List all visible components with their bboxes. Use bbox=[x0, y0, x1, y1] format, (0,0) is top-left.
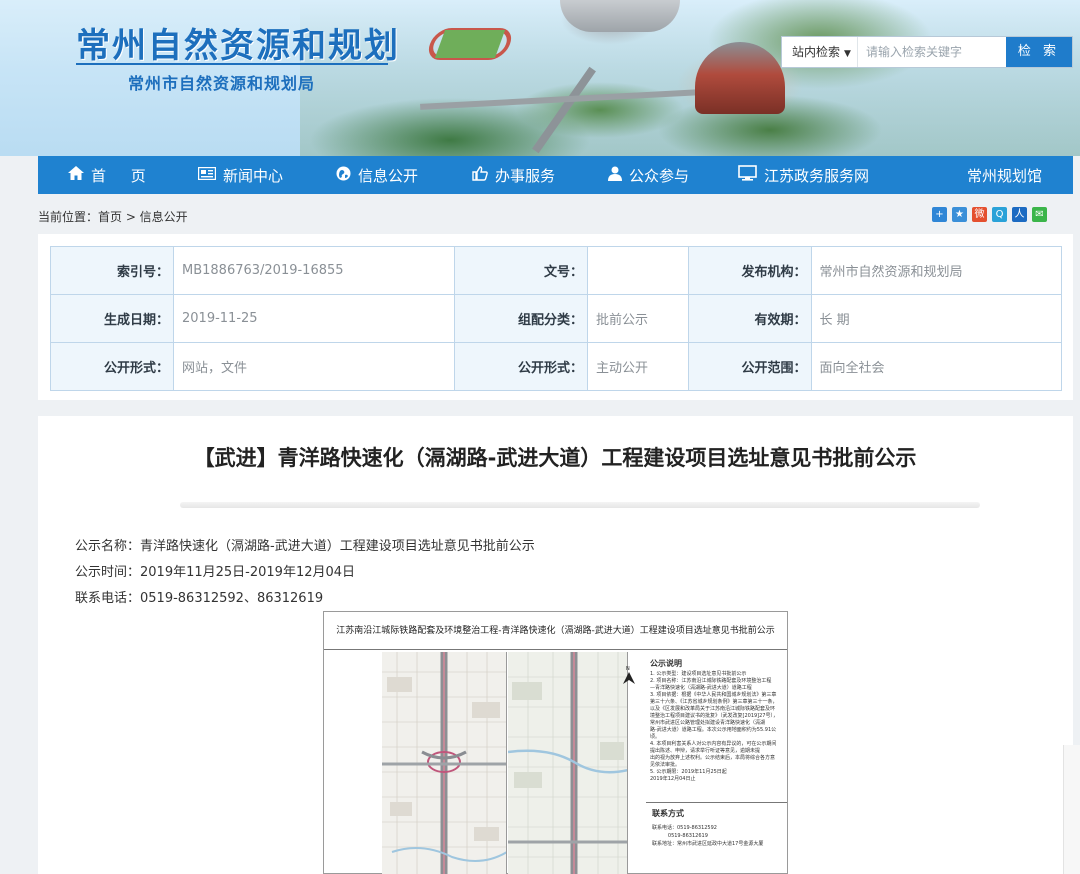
notice-line: 路-武进大道）道路工程。本次公示用地面积约为55.91公顷。 bbox=[650, 727, 777, 740]
nav-label-news: 新闻中心 bbox=[223, 166, 284, 185]
form-label: 公开形式： bbox=[50, 342, 174, 391]
plus-share-icon[interactable]: + bbox=[932, 207, 947, 222]
notice-line: 境整治工程项目建议书的批复》（武发改复[2019]27号）， bbox=[650, 713, 778, 719]
notice-line: 见依法审批。 bbox=[650, 762, 681, 768]
form2-value: 主动公开 bbox=[587, 342, 689, 391]
scope-label: 公开范围： bbox=[687, 342, 812, 391]
svg-text:N: N bbox=[626, 666, 630, 672]
notice-line: 以及《区发展和改革局关于江苏南沿江城际铁路配套及环 bbox=[650, 706, 776, 712]
banner-city-image bbox=[300, 0, 1080, 156]
nav-label-home: 首 页 bbox=[91, 166, 156, 185]
breadcrumb[interactable]: 当前位置：首页 > 信息公开 bbox=[38, 208, 188, 225]
wechat-icon[interactable]: ✉ bbox=[1032, 207, 1047, 222]
notice-line: 2019年12月04日止 bbox=[650, 776, 696, 782]
meta-table: 索引号： MB1886763/2019-16855 文号： 发布机构： 常州市自… bbox=[50, 246, 1063, 391]
search-input[interactable] bbox=[858, 37, 1006, 67]
article-title: 【武进】青洋路快速化（滆湖路-武进大道）工程建设项目选址意见书批前公示 bbox=[193, 446, 917, 470]
contact-block: 联系电话：0519-86312592 0519-86312619 联系地址：常州… bbox=[652, 824, 763, 848]
nav-label-jiangsu-gov: 江苏政务服务网 bbox=[764, 166, 870, 185]
share-toolbar: + ★ 微 Q 人 ✉ bbox=[932, 207, 1047, 222]
notice-poster-image[interactable]: 江苏南沿江城际铁路配套及环境整治工程-青洋路快速化（滆湖路-武进大道）工程建设项… bbox=[323, 611, 788, 874]
index-label: 索引号： bbox=[50, 246, 174, 295]
date-label: 生成日期： bbox=[50, 294, 174, 343]
globe-icon bbox=[336, 166, 351, 185]
nav-item-info-public[interactable]: 信息公开 bbox=[336, 156, 418, 194]
banner-stadium-image bbox=[560, 0, 680, 32]
notice-heading: 公示说明 bbox=[650, 659, 682, 668]
meta-row: 公开形式： 网站，文件 公开形式： 主动公开 公开范围： 面向全社会 bbox=[50, 342, 1063, 391]
publisher-label: 发布机构： bbox=[687, 246, 812, 295]
notice-line: 2. 项目名称：江苏南沿江城际铁路配套及环境整治工程 bbox=[650, 678, 772, 684]
thumbs-up-icon bbox=[472, 165, 488, 185]
doc-no-label: 文号： bbox=[454, 246, 588, 295]
publisher-value: 常州市自然资源和规划局 bbox=[810, 246, 1063, 295]
form-value: 网站，文件 bbox=[173, 342, 455, 391]
nav-label-info-public: 信息公开 bbox=[358, 166, 419, 185]
validity-value: 长 期 bbox=[810, 294, 1063, 343]
notice-line: 第三十六条、《江苏省城乡规划条例》第三章第三十一条， bbox=[650, 699, 778, 705]
search-scope-label: 站内检索 bbox=[792, 45, 841, 59]
renren-icon[interactable]: 人 bbox=[1012, 207, 1027, 222]
chevron-down-icon: ▼ bbox=[844, 49, 851, 59]
category-value: 批前公示 bbox=[587, 294, 689, 343]
doc-no-value bbox=[587, 246, 689, 295]
site-title[interactable]: 常州自然资源和规划 bbox=[76, 18, 400, 67]
notice-line: —青洋路快速化（滆湖路-武进大道）道路工程 bbox=[650, 685, 752, 691]
nav-item-services[interactable]: 办事服务 bbox=[472, 156, 555, 194]
banner-field-image bbox=[434, 30, 506, 58]
site-subtitle: 常州市自然资源和规划局 bbox=[128, 74, 316, 93]
qzone-icon[interactable]: ★ bbox=[952, 207, 967, 222]
site-map-left bbox=[382, 652, 507, 874]
weibo-icon[interactable]: 微 bbox=[972, 207, 987, 222]
nav-item-home[interactable]: 首 页 bbox=[68, 156, 156, 194]
search-scope-select[interactable]: 站内检索 ▼ bbox=[782, 37, 858, 67]
north-arrow-icon: N bbox=[620, 664, 638, 692]
notice-line: 常州市武进区公路管理处拟建设青洋路快速化（滆湖 bbox=[650, 720, 766, 726]
logo-divider bbox=[76, 63, 388, 65]
nav-item-jiangsu-gov[interactable]: 江苏政务服务网 bbox=[738, 156, 869, 194]
category-label: 组配分类： bbox=[454, 294, 588, 343]
index-value: MB1886763/2019-16855 bbox=[173, 246, 455, 295]
notice-phone-line: 联系电话：0519-86312592、86312619 bbox=[75, 591, 324, 606]
title-divider bbox=[180, 502, 980, 508]
search-button[interactable]: 检 索 bbox=[1006, 37, 1072, 67]
monitor-icon bbox=[738, 165, 757, 185]
notice-line: 出的视为放弃上述权利。公示结束后，本局将综合各方意 bbox=[650, 755, 776, 761]
scope-value: 面向全社会 bbox=[810, 342, 1063, 391]
contact-line: 0519-86312619 bbox=[652, 833, 708, 839]
nav-label-services: 办事服务 bbox=[495, 166, 556, 185]
nav-item-public-participation[interactable]: 公众参与 bbox=[608, 156, 689, 194]
nav-label-public-participation: 公众参与 bbox=[629, 166, 690, 185]
notice-line: 1. 公示类型：建设项目选址意见书批前公示 bbox=[650, 671, 747, 677]
notes-divider bbox=[646, 802, 787, 803]
nav-label-planning-hall: 常州规划馆 bbox=[967, 166, 1043, 185]
poster-header: 江苏南沿江城际铁路配套及环境整治工程-青洋路快速化（滆湖路-武进大道）工程建设项… bbox=[324, 612, 787, 650]
side-float-panel bbox=[1063, 745, 1080, 874]
meta-row: 索引号： MB1886763/2019-16855 文号： 发布机构： 常州市自… bbox=[50, 246, 1063, 295]
notice-line: 3. 项目依据：根据《中华人民共和国城乡规划法》第三章 bbox=[650, 692, 777, 698]
validity-label: 有效期： bbox=[687, 294, 812, 343]
poster-notes: 公示说明 1. 公示类型：建设项目选址意见书批前公示 2. 项目名称：江苏南沿江… bbox=[646, 652, 787, 874]
contact-line: 联系地址：常州市武进区延政中大道17号金源大厦 bbox=[652, 841, 764, 847]
form2-label: 公开形式： bbox=[454, 342, 588, 391]
main-nav: 首 页 新闻中心 信息公开 办事服务 公众参与 江苏政务服务网 常州规划馆 bbox=[38, 156, 1073, 194]
meta-panel: 索引号： MB1886763/2019-16855 文号： 发布机构： 常州市自… bbox=[38, 234, 1073, 400]
search-bar: 站内检索▼ 检 索 bbox=[781, 36, 1073, 68]
newspaper-icon bbox=[197, 166, 217, 184]
date-value: 2019-11-25 bbox=[173, 294, 455, 343]
contact-line: 联系电话：0519-86312592 bbox=[652, 825, 717, 831]
notice-line: 5. 公示期限：2019年11月25日起 bbox=[650, 769, 727, 775]
home-icon bbox=[68, 166, 84, 184]
notice-name-line: 公示名称：青洋路快速化（滆湖路-武进大道）工程建设项目选址意见书批前公示 bbox=[75, 539, 535, 554]
contact-heading: 联系方式 bbox=[652, 809, 684, 818]
notice-line: 提出陈述、申辩，请求举行听证等意见，逾期未提 bbox=[650, 748, 761, 754]
tqq-icon[interactable]: Q bbox=[992, 207, 1007, 222]
user-icon bbox=[608, 166, 622, 185]
notice-time-line: 公示时间：2019年11月25日-2019年12月04日 bbox=[75, 565, 356, 580]
notice-line: 4. 本项目利害关系人对公示内容有异议的，可在公示期间 bbox=[650, 741, 777, 747]
site-map-right bbox=[508, 652, 628, 874]
nav-item-news[interactable]: 新闻中心 bbox=[197, 156, 284, 194]
nav-item-planning-hall[interactable]: 常州规划馆 bbox=[967, 156, 1042, 194]
meta-row: 生成日期： 2019-11-25 组配分类： 批前公示 有效期： 长 期 bbox=[50, 294, 1063, 343]
